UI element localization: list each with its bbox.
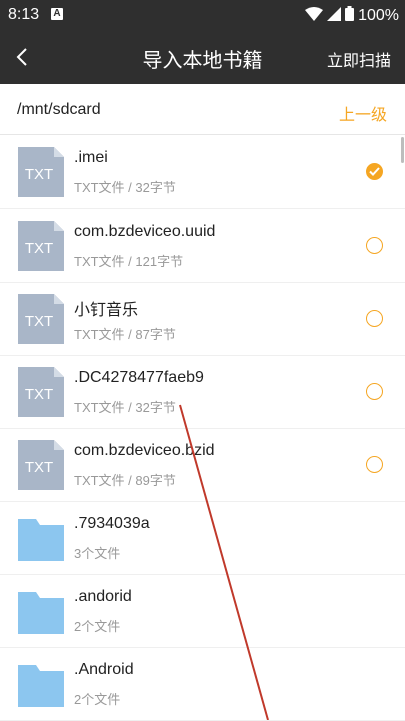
file-meta: TXT文件 / 87字节	[74, 327, 176, 342]
folder-icon	[18, 665, 64, 707]
file-meta: TXT文件 / 121字节	[74, 254, 184, 269]
signal-icon	[327, 6, 342, 26]
notification-a-icon: A	[51, 8, 63, 20]
file-name: com.bzdeviceo.bzid	[74, 442, 215, 459]
file-row[interactable]: TXT com.bzdeviceo.uuid TXT文件 / 121字节	[0, 209, 405, 283]
up-level-button[interactable]: 上一级	[339, 101, 387, 125]
file-row[interactable]: TXT .DC4278477faeb9 TXT文件 / 32字节	[0, 355, 405, 429]
select-checkbox[interactable]	[366, 456, 383, 473]
txt-file-icon: TXT	[18, 294, 64, 344]
wifi-icon	[305, 6, 324, 26]
check-icon	[369, 167, 380, 176]
folder-icon	[18, 592, 64, 634]
select-checkbox[interactable]	[366, 383, 383, 400]
txt-icon-label: TXT	[25, 386, 53, 403]
folder-name: .7934039a	[74, 515, 150, 532]
file-name: 小钉音乐	[74, 302, 139, 319]
scrollbar[interactable]	[401, 137, 404, 163]
folder-meta: 2个文件	[74, 692, 121, 707]
txt-file-icon: TXT	[18, 440, 64, 490]
file-row[interactable]: TXT 小钉音乐 TXT文件 / 87字节	[0, 282, 405, 356]
file-name: com.bzdeviceo.uuid	[74, 223, 216, 240]
file-meta: TXT文件 / 32字节	[74, 400, 176, 415]
folder-row[interactable]: .andorid 2个文件	[0, 574, 405, 648]
status-time: 8:13	[8, 6, 40, 23]
file-name: .imei	[74, 149, 108, 166]
nav-bar: 导入本地书籍 立即扫描	[0, 30, 405, 84]
scan-now-button[interactable]: 立即扫描	[327, 47, 391, 71]
battery-percent: 100%	[358, 7, 399, 24]
folder-meta: 2个文件	[74, 619, 121, 634]
txt-icon-label: TXT	[25, 313, 53, 330]
file-row[interactable]: TXT .imei TXT文件 / 32字节	[0, 135, 405, 209]
battery-icon	[345, 6, 355, 26]
txt-file-icon: TXT	[18, 147, 64, 197]
file-meta: TXT文件 / 89字节	[74, 473, 176, 488]
select-checkbox[interactable]	[366, 237, 383, 254]
file-name: .DC4278477faeb9	[74, 369, 204, 386]
folder-name: .andorid	[74, 588, 132, 605]
status-icons: 100%	[305, 6, 399, 26]
status-bar: 8:13 A 100%	[0, 0, 405, 30]
txt-icon-label: TXT	[25, 166, 53, 183]
folder-name: .Android	[74, 661, 134, 678]
txt-file-icon: TXT	[18, 367, 64, 417]
select-checkbox[interactable]	[366, 310, 383, 327]
file-row[interactable]: TXT com.bzdeviceo.bzid TXT文件 / 89字节	[0, 428, 405, 502]
folder-row[interactable]: .7934039a 3个文件	[0, 501, 405, 575]
txt-file-icon: TXT	[18, 221, 64, 271]
folder-row[interactable]: .Android 2个文件	[0, 647, 405, 721]
folder-icon	[18, 519, 64, 561]
selected-checkbox[interactable]	[366, 163, 383, 180]
current-path: /mnt/sdcard	[17, 101, 101, 118]
folder-meta: 3个文件	[74, 546, 121, 561]
txt-icon-label: TXT	[25, 459, 53, 476]
path-bar: /mnt/sdcard 上一级	[0, 84, 405, 135]
file-meta: TXT文件 / 32字节	[74, 180, 176, 195]
txt-icon-label: TXT	[25, 240, 53, 257]
